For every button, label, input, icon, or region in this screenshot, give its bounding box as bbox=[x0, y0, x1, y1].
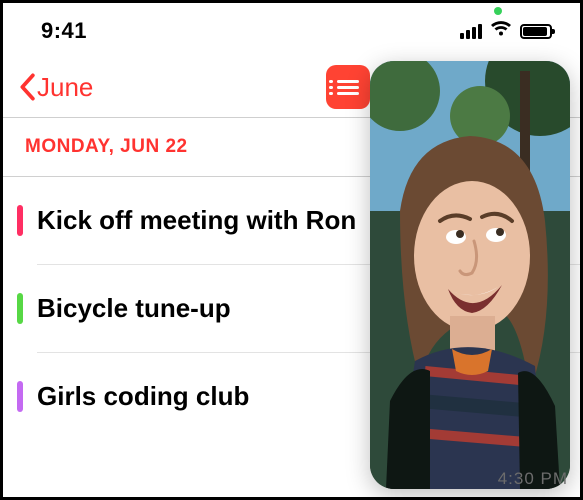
facetime-pip-window[interactable] bbox=[370, 61, 570, 489]
event-title: Bicycle tune-up bbox=[37, 293, 231, 324]
calendar-color-bar bbox=[17, 381, 23, 412]
camera-active-indicator bbox=[494, 7, 502, 15]
status-bar: 9:41 bbox=[3, 3, 580, 59]
status-time: 9:41 bbox=[41, 18, 87, 44]
wifi-icon bbox=[490, 21, 512, 42]
event-title: Kick off meeting with Ron bbox=[37, 205, 356, 236]
status-icons bbox=[460, 21, 552, 42]
list-icon bbox=[337, 80, 359, 83]
event-title: Girls coding club bbox=[37, 381, 249, 412]
chevron-left-icon bbox=[17, 73, 37, 101]
date-header-label: MONDAY, JUN 22 bbox=[25, 136, 188, 157]
pip-video-frame bbox=[370, 61, 570, 489]
list-view-button[interactable] bbox=[326, 65, 370, 109]
back-label: June bbox=[37, 72, 93, 103]
clock-overlay: 4:30 PM bbox=[498, 469, 568, 489]
calendar-color-bar bbox=[17, 205, 23, 236]
cellular-signal-icon bbox=[460, 23, 482, 39]
calendar-color-bar bbox=[17, 293, 23, 324]
back-button[interactable]: June bbox=[17, 72, 93, 103]
battery-icon bbox=[520, 24, 552, 39]
screenshot-frame: 9:41 June MONDAY, JUN 22 bbox=[0, 0, 583, 500]
